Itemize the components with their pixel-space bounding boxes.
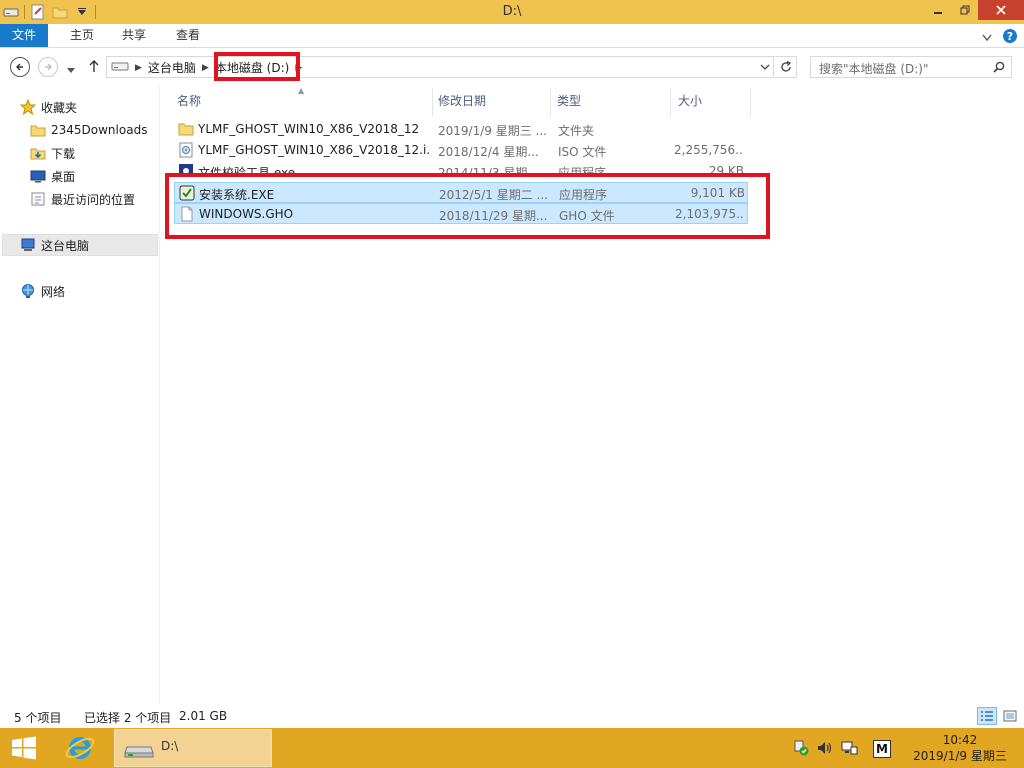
tab-share[interactable]: 共享: [110, 24, 158, 47]
status-bar: 5 个项目 已选择 2 个项目 2.01 GB: [0, 704, 1024, 728]
volume-icon[interactable]: [816, 740, 834, 756]
status-selected-size: 2.01 GB: [179, 709, 228, 723]
file-row-folder[interactable]: YLMF_GHOST_WIN10_X86_V2018_12 2019/1/9 星…: [174, 119, 748, 140]
column-divider[interactable]: [750, 88, 751, 116]
status-selected-count: 已选择 2 个项目: [84, 711, 172, 725]
nav-item-label: 下载: [51, 146, 76, 161]
column-header-date[interactable]: 修改日期: [438, 92, 486, 112]
search-icon[interactable]: [993, 61, 1005, 76]
clock-date: 2019/1/9 星期三: [913, 749, 1007, 763]
nav-network-label: 网络: [41, 284, 66, 299]
highlight-box-selected-files: [165, 173, 770, 239]
folder-icon: [30, 122, 46, 138]
file-size: 2,255,756...: [674, 143, 744, 157]
file-type: 文件夹: [558, 124, 595, 138]
network-status-icon[interactable]: [840, 740, 858, 756]
column-header-type[interactable]: 类型: [557, 92, 581, 112]
help-icon[interactable]: ?: [1002, 28, 1018, 47]
file-list: ▲ 名称 修改日期 类型 大小 YLMF_GHOST_WIN10_X86_V20…: [160, 86, 1024, 704]
file-type: ISO 文件: [558, 145, 607, 159]
file-name: YLMF_GHOST_WIN10_X86_V2018_12: [198, 122, 420, 136]
nav-item-2345downloads[interactable]: 2345Downloads: [30, 119, 147, 141]
safely-remove-hardware-icon[interactable]: [792, 740, 810, 756]
nav-item-downloads[interactable]: 下载: [30, 142, 75, 164]
recent-locations-chevron-icon[interactable]: [66, 63, 76, 77]
drive-icon: [111, 60, 129, 75]
clock-time: 10:42: [942, 733, 978, 747]
large-icons-view-icon: [1003, 710, 1017, 722]
nav-item-label: 最近访问的位置: [51, 192, 136, 207]
address-history-chevron-icon[interactable]: [757, 57, 773, 77]
tab-view[interactable]: 查看: [164, 24, 212, 47]
search-placeholder: 搜索"本地磁盘 (D:)": [819, 62, 929, 76]
column-divider[interactable]: [550, 88, 551, 116]
desktop-icon: [30, 168, 46, 184]
chevron-right-icon[interactable]: ▶: [202, 63, 209, 73]
taskbar: D:\ M 10:42 2019/1/9 星期三: [0, 728, 1024, 768]
svg-text:?: ?: [1007, 30, 1013, 43]
column-header-size[interactable]: 大小: [678, 92, 702, 112]
address-bar[interactable]: ▶ 这台电脑 ▶ 本地磁盘 (D:) ▶: [106, 56, 774, 78]
up-arrow-icon[interactable]: [88, 59, 100, 76]
system-tray: M 10:42 2019/1/9 星期三: [0, 728, 1024, 768]
network-icon: [20, 283, 36, 299]
search-input[interactable]: 搜索"本地磁盘 (D:)": [810, 56, 1012, 78]
nav-item-desktop[interactable]: 桌面: [30, 165, 75, 187]
nav-favorites[interactable]: 收藏夹: [20, 96, 77, 118]
refresh-button[interactable]: [775, 56, 797, 78]
expand-ribbon-chevron-icon[interactable]: [982, 31, 992, 45]
forward-button[interactable]: [38, 57, 58, 77]
window-title: D:\: [502, 4, 522, 19]
nav-this-pc-label: 这台电脑: [41, 238, 90, 253]
details-view-icon: [981, 711, 993, 721]
ribbon-tabs: 文件 主页 共享 查看 ?: [0, 24, 1024, 48]
file-date: 2018/12/4 星期...: [438, 145, 539, 159]
sort-ascending-icon: ▲: [298, 86, 305, 95]
column-divider[interactable]: [670, 88, 671, 116]
nav-favorites-label: 收藏夹: [41, 100, 78, 115]
file-name: YLMF_GHOST_WIN10_X86_V2018_12.i...: [198, 143, 430, 157]
title-bar: D:\: [0, 0, 1024, 24]
chevron-right-icon[interactable]: ▶: [135, 63, 142, 73]
folder-icon: [178, 121, 194, 137]
status-item-count: 5 个项目: [14, 711, 62, 725]
nav-network[interactable]: 网络: [20, 280, 65, 302]
tab-file[interactable]: 文件: [0, 24, 48, 47]
highlight-box-breadcrumb: [214, 52, 300, 81]
ribbon-right-controls: ?: [982, 28, 1018, 47]
input-method-indicator[interactable]: M: [873, 740, 891, 758]
restore-button[interactable]: [951, 0, 978, 20]
recent-places-icon: [30, 191, 46, 207]
nav-item-recent-places[interactable]: 最近访问的位置: [30, 188, 135, 210]
tab-home[interactable]: 主页: [58, 24, 106, 47]
refresh-icon: [780, 61, 791, 72]
computer-icon: [20, 237, 36, 253]
file-row-iso[interactable]: YLMF_GHOST_WIN10_X86_V2018_12.i... 2018/…: [174, 140, 748, 161]
star-icon: [20, 99, 36, 115]
file-date: 2019/1/9 星期三 ...: [438, 124, 547, 138]
address-row: ▶ 这台电脑 ▶ 本地磁盘 (D:) ▶ 搜索"本地磁盘 (D:)": [0, 49, 1024, 85]
column-header-name[interactable]: 名称: [177, 92, 201, 112]
window-controls: [924, 0, 1024, 20]
taskbar-clock[interactable]: 10:42 2019/1/9 星期三: [900, 732, 1020, 764]
nav-item-label: 桌面: [51, 169, 76, 184]
minimize-button[interactable]: [924, 0, 951, 20]
nav-item-label: 2345Downloads: [51, 123, 148, 137]
back-button[interactable]: [10, 57, 30, 77]
nav-this-pc[interactable]: 这台电脑: [2, 234, 158, 256]
iso-file-icon: [178, 142, 194, 158]
column-divider[interactable]: [432, 88, 433, 116]
close-button[interactable]: [978, 0, 1024, 20]
breadcrumb-this-pc[interactable]: 这台电脑: [148, 59, 196, 76]
downloads-folder-icon: [30, 145, 46, 161]
navigation-pane: 收藏夹 2345Downloads 下载 桌面 最近访问的位置 这台电脑 网络: [0, 86, 160, 704]
details-view-button[interactable]: [977, 707, 997, 725]
large-icons-view-button[interactable]: [1000, 707, 1020, 725]
